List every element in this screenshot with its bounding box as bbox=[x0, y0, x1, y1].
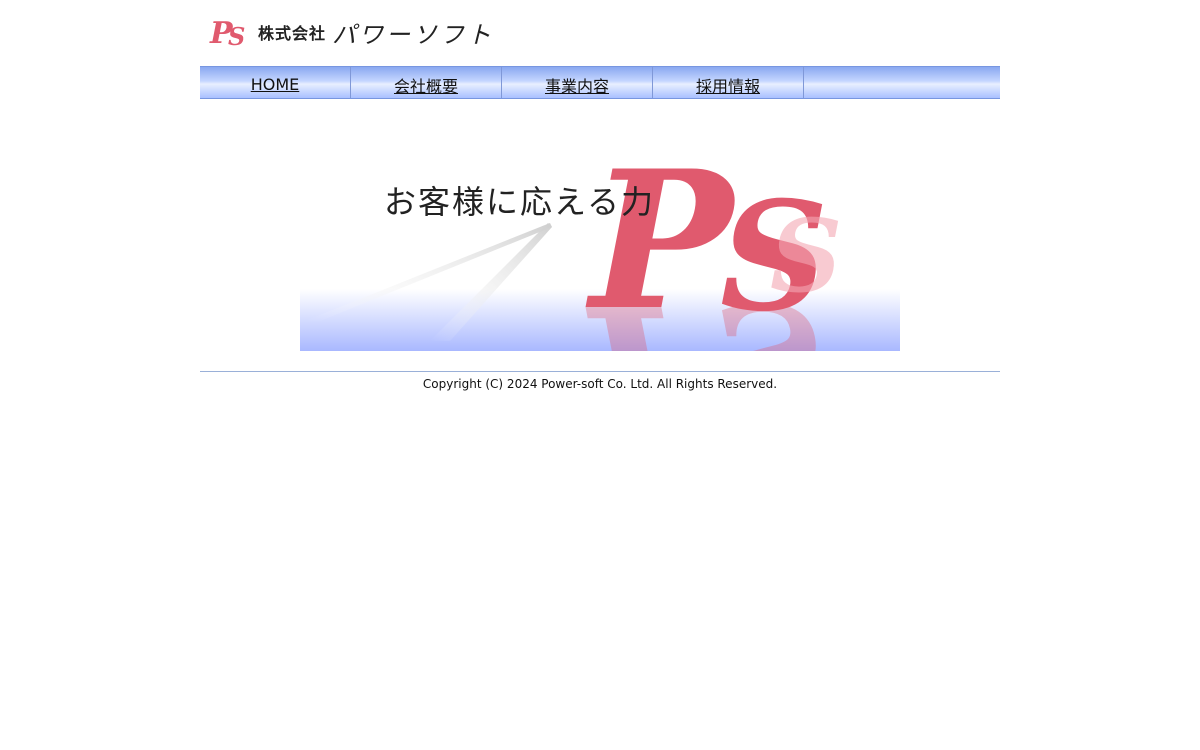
copyright-text: Copyright (C) 2024 Power-soft Co. Ltd. A… bbox=[422, 377, 778, 391]
svg-text:S: S bbox=[720, 269, 828, 351]
nav-company-overview[interactable]: 会社概要 bbox=[351, 67, 502, 98]
company-logo[interactable]: P S 株式会社 パワーソフト bbox=[208, 12, 494, 52]
company-name: パワーソフト bbox=[332, 20, 495, 49]
nav-filler bbox=[804, 67, 1000, 98]
site-header: P S 株式会社 パワーソフト bbox=[200, 0, 1000, 66]
nav-company-overview-label[interactable]: 会社概要 bbox=[394, 69, 458, 97]
ps-logo-icon: P S bbox=[209, 16, 245, 49]
nav-business-label[interactable]: 事業内容 bbox=[545, 69, 609, 97]
nav-recruit[interactable]: 採用情報 bbox=[653, 67, 804, 98]
main-nav: HOME 会社概要 事業内容 採用情報 bbox=[200, 66, 1000, 99]
svg-text:P: P bbox=[585, 262, 738, 351]
nav-home-label[interactable]: HOME bbox=[251, 71, 300, 94]
nav-home[interactable]: HOME bbox=[200, 67, 351, 98]
hero-banner: P S S P S お客様に応える力 bbox=[300, 141, 900, 351]
footer-divider bbox=[200, 371, 1000, 372]
nav-business[interactable]: 事業内容 bbox=[502, 67, 653, 98]
banner-tagline: お客様に応える力 bbox=[384, 183, 656, 221]
company-prefix: 株式会社 bbox=[258, 24, 327, 43]
banner-artwork: P S S P S bbox=[300, 141, 900, 351]
nav-recruit-label[interactable]: 採用情報 bbox=[696, 69, 760, 97]
svg-text:S: S bbox=[228, 22, 245, 49]
